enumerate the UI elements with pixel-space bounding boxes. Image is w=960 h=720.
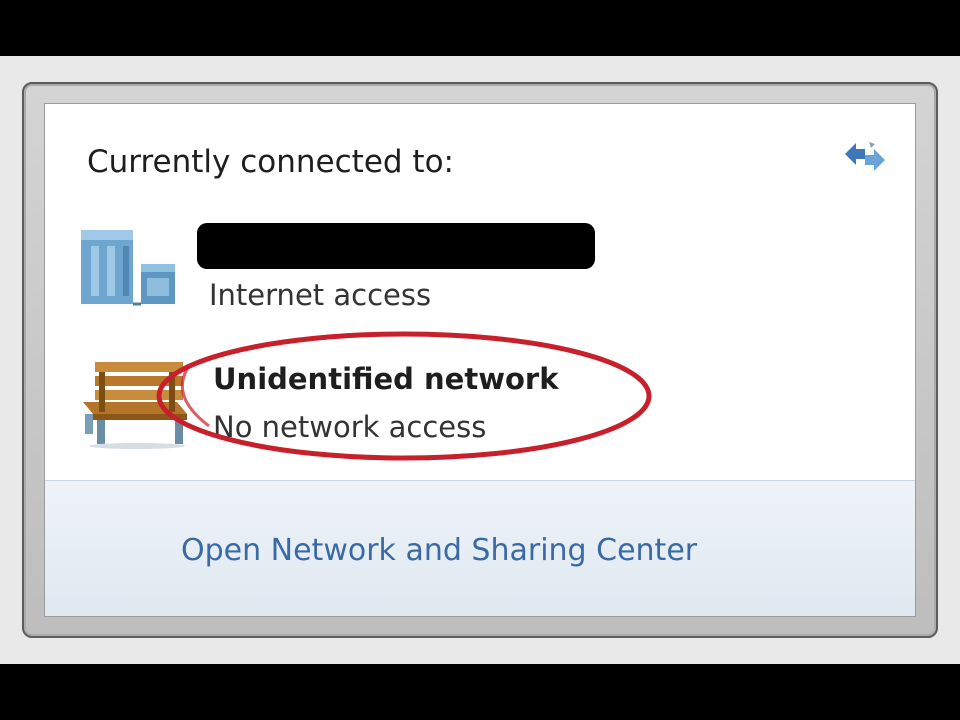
network-flyout-panel: Currently connected to: Internet access: [44, 103, 916, 617]
redacted-network-name: [197, 223, 595, 269]
domain-network-icon: [81, 230, 175, 306]
network-status-internet: Internet access: [209, 278, 432, 312]
flyout-footer: Open Network and Sharing Center: [45, 480, 915, 616]
network-status-no-access: No network access: [213, 410, 487, 444]
network-name-unidentified: Unidentified network: [213, 362, 559, 396]
flyout-heading: Currently connected to:: [87, 144, 454, 180]
open-network-sharing-center-link[interactable]: Open Network and Sharing Center: [181, 533, 697, 568]
network-refresh-icon[interactable]: [841, 138, 889, 176]
public-network-bench-icon: [83, 362, 187, 449]
